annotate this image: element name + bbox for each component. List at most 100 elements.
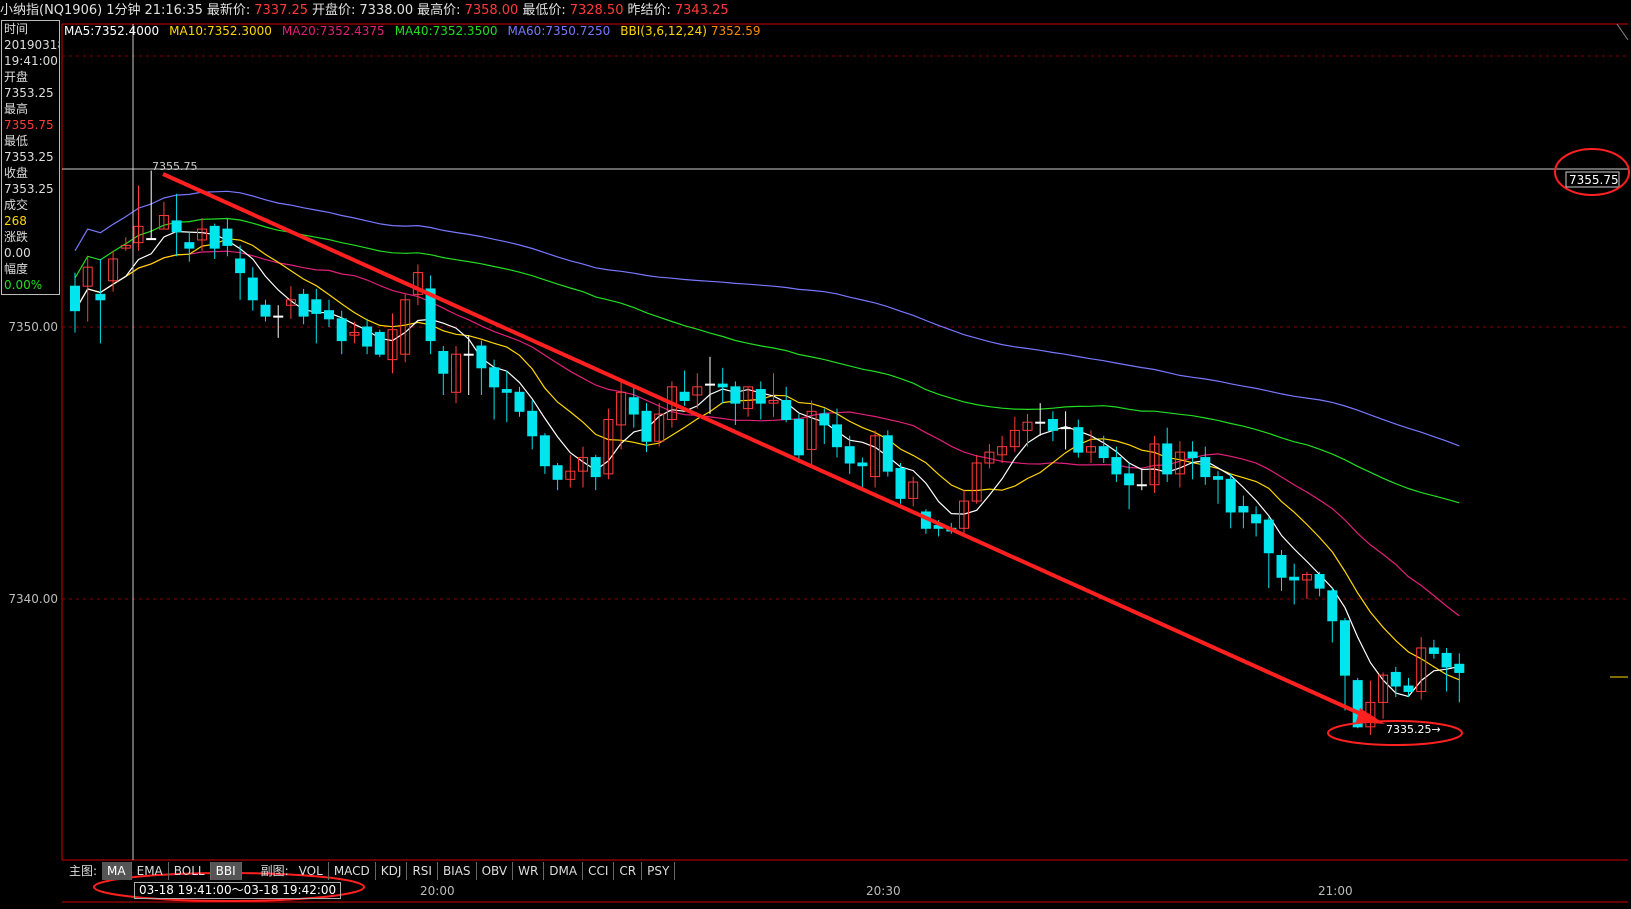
- x-tick-label: 21:00: [1318, 884, 1353, 898]
- tab-dma[interactable]: DMA: [544, 862, 584, 880]
- candle-body: [298, 293, 309, 317]
- tab-bias[interactable]: BIAS: [438, 862, 477, 880]
- candle-body: [1098, 446, 1109, 459]
- candle-body: [463, 353, 474, 356]
- prev-settle: 7343.25: [674, 3, 729, 18]
- candle-body: [641, 410, 652, 442]
- quote-header: 小纳指(NQ1906) 1分钟 21:16:35 最新价: 7337.25 开盘价: 733…: [0, 0, 1631, 22]
- ma20-value: MA20:7352.4375: [281, 24, 385, 38]
- info-pct: 0.00%: [4, 278, 43, 292]
- ma10-line: [74, 238, 1460, 681]
- info-chg-label: 涨跌: [4, 230, 29, 244]
- candle-body: [552, 465, 563, 480]
- last-label: 最新价:: [206, 3, 251, 18]
- tab-ema[interactable]: EMA: [132, 862, 169, 880]
- candle-body: [1213, 476, 1223, 480]
- trend-arrow-line: [162, 172, 1371, 720]
- ma60-value: MA60:7350.7250: [507, 24, 611, 38]
- info-vol-label: 成交: [4, 198, 29, 212]
- candle-body: [501, 389, 512, 393]
- high-price: 7358.00: [464, 3, 519, 18]
- crosshair-price-label: 7355.75: [152, 160, 198, 173]
- tab-rsi[interactable]: RSI: [407, 862, 438, 880]
- candle-body: [235, 258, 246, 274]
- open-price: 7338.00: [359, 3, 414, 18]
- main-chart-label: 主图:: [69, 864, 98, 878]
- info-low: 7353.25: [4, 150, 54, 164]
- info-high: 7355.75: [4, 118, 54, 132]
- candle-body: [1225, 478, 1236, 513]
- corner-mark: [1616, 23, 1629, 41]
- candle-body: [273, 315, 284, 318]
- candle-body: [514, 391, 525, 412]
- tab-cr[interactable]: CR: [614, 862, 643, 880]
- tab-vol[interactable]: VOL: [294, 862, 329, 880]
- tab-wr[interactable]: WR: [513, 862, 545, 880]
- candle-body: [1238, 506, 1249, 513]
- info-time: 19:41:00: [4, 54, 58, 68]
- candle-body: [1187, 451, 1198, 459]
- x-tick-label: 20:00: [420, 884, 455, 898]
- candle-body: [1263, 519, 1274, 554]
- ma5-value: MA5:7352.4000: [64, 24, 160, 38]
- candle-body: [1314, 574, 1325, 589]
- candle-body: [1454, 663, 1465, 673]
- candle-body: [1276, 554, 1287, 578]
- candle-body: [336, 318, 347, 342]
- time-range-label: 03-18 19:41:00～03-18 19:42:00: [134, 882, 342, 899]
- candle-body: [209, 225, 220, 249]
- candle-body: [895, 467, 906, 499]
- info-low-label: 最低: [4, 134, 29, 148]
- info-open-label: 开盘: [4, 70, 29, 84]
- candle-body: [362, 326, 373, 347]
- candle-body: [374, 331, 385, 355]
- candle-body: [1289, 576, 1300, 581]
- candle-body: [1327, 590, 1338, 622]
- tab-cci[interactable]: CCI: [583, 862, 615, 880]
- y-tick-label: 7350.00: [8, 320, 58, 334]
- tab-kdj[interactable]: KDJ: [376, 862, 408, 880]
- candle-body: [705, 383, 715, 386]
- tab-ma[interactable]: MA: [102, 862, 132, 880]
- info-high-label: 最高: [4, 102, 29, 116]
- tab-boll[interactable]: BOLL: [169, 862, 211, 880]
- sub-chart-label: 副图:: [260, 864, 289, 878]
- candle-body: [793, 418, 804, 456]
- candle-body: [844, 446, 855, 464]
- candle-body: [1340, 620, 1350, 676]
- bbi-value: 7352.59: [710, 24, 761, 38]
- ma40-value: MA40:7352.3500: [394, 24, 498, 38]
- bbi-label: BBI(3,6,12,24): [620, 24, 707, 38]
- x-tick-label: 20:30: [866, 884, 901, 898]
- candle-body: [1200, 457, 1211, 478]
- candle-body: [171, 220, 182, 233]
- bar-info-panel: 时间 20190318 19:41:00 开盘 7353.25 最高 7355.…: [1, 20, 60, 295]
- candle-body: [476, 345, 487, 369]
- candle-body: [222, 228, 233, 246]
- candle-body: [1047, 418, 1058, 431]
- candle-body: [781, 399, 792, 420]
- info-chg: 0.00: [4, 246, 31, 260]
- tab-obv[interactable]: OBV: [477, 862, 514, 880]
- candle-body: [70, 285, 80, 312]
- candle-body: [628, 397, 639, 415]
- y-tick-label: 7340.00: [8, 592, 58, 606]
- tab-macd[interactable]: MACD: [329, 862, 376, 880]
- ma5-line: [74, 230, 1460, 698]
- candle-body: [1403, 685, 1414, 692]
- price-chart[interactable]: 7350.00 7340.00 7355.75 7355.75 7335.25→: [0, 0, 1631, 909]
- tab-bbi[interactable]: BBI: [210, 862, 242, 880]
- candle-body: [1136, 484, 1147, 487]
- candle-body: [590, 457, 601, 478]
- candle-body: [527, 410, 538, 437]
- candle-body: [857, 462, 868, 467]
- candle-body: [755, 389, 766, 404]
- candle-body: [717, 383, 728, 388]
- symbol-name: 小纳指(NQ1906): [0, 3, 103, 18]
- info-date: 20190318: [4, 38, 59, 52]
- candle-body: [247, 277, 258, 301]
- tab-psy[interactable]: PSY: [642, 862, 676, 880]
- ma-legend: MA5:7352.4000 MA10:7352.3000 MA20:7352.437…: [64, 22, 771, 40]
- open-label: 开盘价:: [312, 3, 356, 18]
- info-pct-label: 幅度: [4, 262, 29, 276]
